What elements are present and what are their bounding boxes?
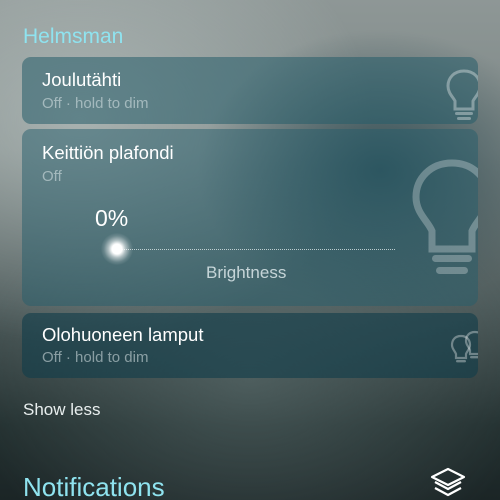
device-card-olohuoneen-lamput[interactable]: Olohuoneen lamput Off · hold to dim [22,313,478,378]
lightbulb-icon [412,159,478,274]
device-name: Joulutähti [42,69,122,90]
notifications-heading: Notifications [23,472,165,500]
device-card-joulutahti[interactable]: Joulutähti Off · hold to dim [22,57,478,124]
brightness-slider-label: Brightness [206,263,287,282]
lightbulb-icon [446,69,478,120]
layers-icon[interactable] [428,466,468,500]
group-title: Helmsman [23,25,124,48]
device-status: Off · hold to dim [42,95,149,112]
multi-bulb-icon [450,330,478,363]
device-status: Off [42,168,62,185]
device-name: Keittiön plafondi [42,142,174,163]
show-less-button[interactable]: Show less [23,400,100,420]
device-status: Off · hold to dim [42,349,149,366]
brightness-percent: 0% [95,205,129,231]
brightness-slider-track[interactable] [117,249,395,250]
device-name: Olohuoneen lamput [42,324,204,345]
brightness-slider-handle[interactable] [101,233,133,265]
device-card-keittion-plafondi[interactable]: Keittiön plafondi Off 0% Brightness [22,129,478,306]
